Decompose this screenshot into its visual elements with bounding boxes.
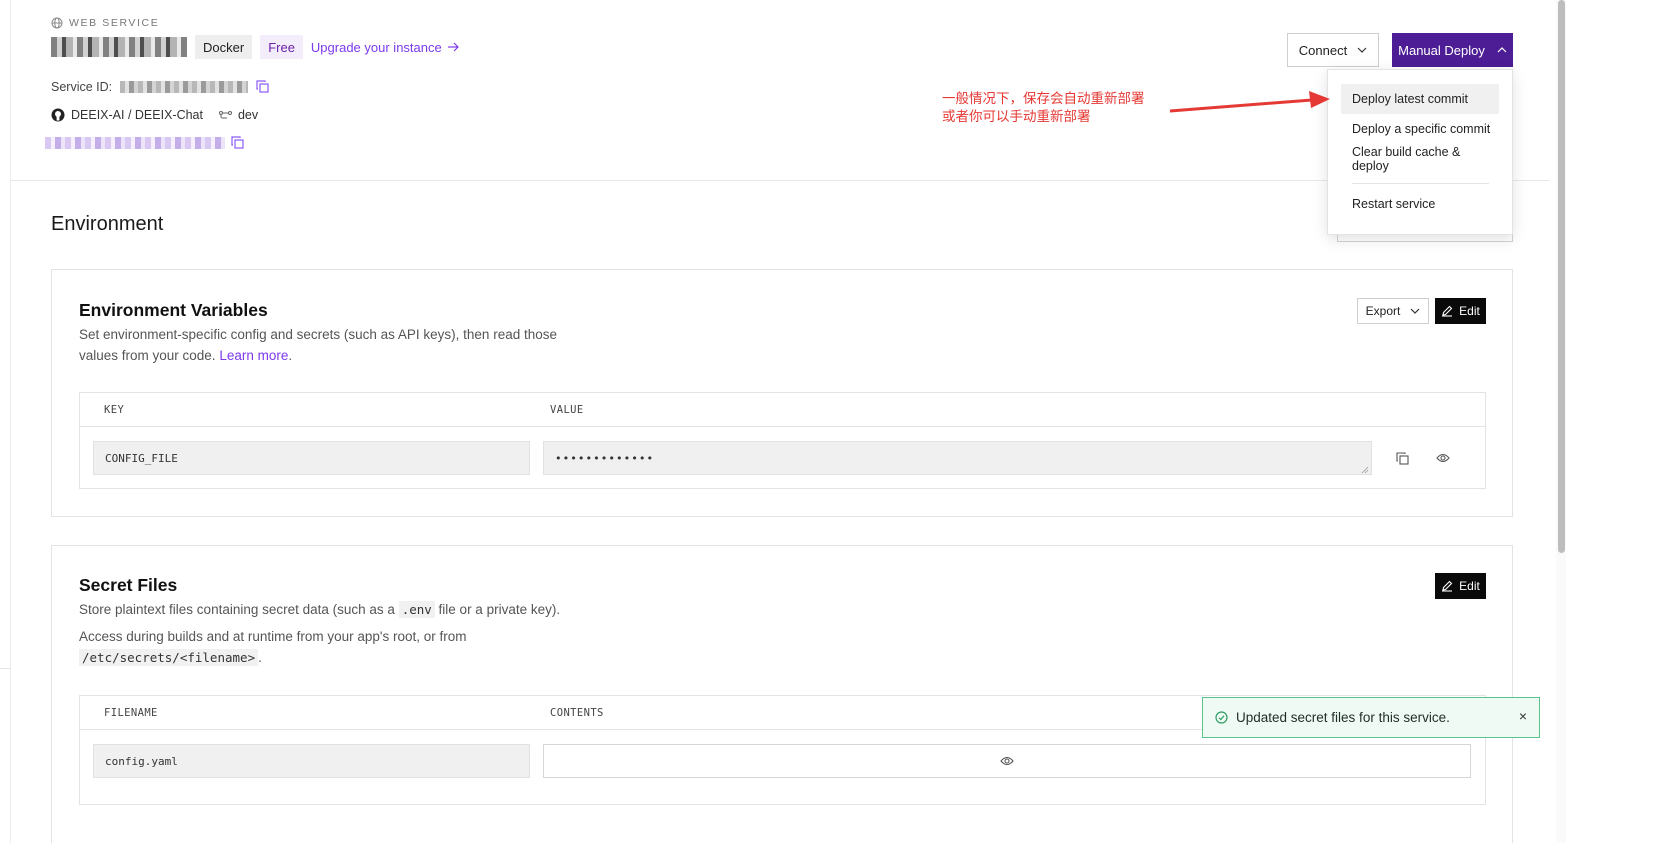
env-vars-edit-button[interactable]: Edit xyxy=(1435,298,1486,324)
column-header-value: VALUE xyxy=(550,404,584,416)
secret-files-desc-2: Access during builds and at runtime from… xyxy=(79,626,467,668)
env-value-input[interactable]: ••••••••••••• xyxy=(543,441,1372,475)
left-stub-divider xyxy=(0,668,10,669)
env-vars-desc-period: . xyxy=(288,348,293,363)
manual-deploy-menu: Deploy latest commit Deploy a specific c… xyxy=(1327,69,1513,235)
export-button[interactable]: Export xyxy=(1357,298,1429,324)
env-vars-card: Environment Variables Set environment-sp… xyxy=(51,269,1513,517)
secret-contents-field[interactable] xyxy=(543,744,1471,778)
env-value-masked: ••••••••••••• xyxy=(555,451,655,465)
branch-icon xyxy=(218,110,232,120)
secret-files-desc-1-before: Store plaintext files containing secret … xyxy=(79,602,399,617)
check-circle-icon xyxy=(1215,711,1228,724)
env-vars-title: Environment Variables xyxy=(79,300,268,320)
chevron-down-icon xyxy=(1357,47,1367,53)
menu-item-clear-cache-deploy[interactable]: Clear build cache & deploy xyxy=(1341,144,1499,174)
menu-item-restart-service[interactable]: Restart service xyxy=(1341,189,1499,219)
copy-url-icon[interactable] xyxy=(231,136,245,150)
secret-files-desc-2-period: . xyxy=(258,650,262,665)
service-name-redacted xyxy=(51,37,187,57)
manual-deploy-label: Manual Deploy xyxy=(1398,42,1485,58)
env-vars-table: KEY VALUE CONFIG_FILE ••••••••••••• xyxy=(79,392,1486,489)
chevron-up-icon xyxy=(1497,47,1507,53)
annotation-line-2: 或者你可以手动重新部署 xyxy=(942,109,1091,124)
chevron-down-icon xyxy=(1410,308,1420,314)
copy-icon[interactable] xyxy=(256,80,270,94)
globe-icon xyxy=(51,17,63,29)
menu-item-deploy-specific-commit[interactable]: Deploy a specific commit xyxy=(1341,114,1499,144)
env-vars-description: Set environment-specific config and secr… xyxy=(79,324,557,366)
upgrade-instance-link[interactable]: Upgrade your instance xyxy=(311,40,459,55)
header-divider xyxy=(10,180,1550,181)
service-type: WEB SERVICE xyxy=(51,17,159,29)
repo-row: DEEIX-AI / DEEIX-Chat dev xyxy=(51,108,258,122)
column-header-contents: CONTENTS xyxy=(550,707,604,719)
manual-deploy-button[interactable]: Manual Deploy xyxy=(1392,33,1513,67)
env-vars-table-header: KEY VALUE xyxy=(80,393,1485,427)
secret-files-desc-2-path-line: /etc/secrets/<filename>. xyxy=(79,647,467,668)
secret-files-edit-button[interactable]: Edit xyxy=(1435,573,1486,599)
edit-label: Edit xyxy=(1459,304,1480,318)
secret-files-desc-1-after: file or a private key). xyxy=(434,602,561,617)
close-icon[interactable]: × xyxy=(1519,708,1527,724)
repo-link[interactable]: DEEIX-AI / DEEIX-Chat xyxy=(71,108,203,122)
eye-icon[interactable] xyxy=(1435,450,1451,466)
service-id-redacted xyxy=(120,81,249,93)
export-label: Export xyxy=(1365,304,1401,318)
toast-message: Updated secret files for this service. xyxy=(1236,710,1450,725)
edit-label: Edit xyxy=(1459,579,1480,593)
secret-filename-input[interactable]: config.yaml xyxy=(93,744,530,778)
section-title: Environment xyxy=(51,213,164,235)
annotation-text: 一般情况下，保存会自动重新部署 或者你可以手动重新部署 xyxy=(942,90,1145,126)
service-id-label: Service ID: xyxy=(51,80,113,94)
github-icon xyxy=(51,108,65,122)
secret-files-title: Secret Files xyxy=(79,575,178,595)
copy-value-icon[interactable] xyxy=(1394,450,1410,466)
upgrade-instance-label: Upgrade your instance xyxy=(310,39,442,55)
eye-icon[interactable] xyxy=(1000,756,1014,766)
env-vars-desc-line-2: values from your code. Learn more. xyxy=(79,345,557,366)
branch-name: dev xyxy=(237,108,259,122)
pencil-icon xyxy=(1441,305,1453,317)
arrow-right-icon xyxy=(447,42,459,52)
env-vars-desc-text: values from your code. xyxy=(79,348,216,363)
learn-more-link[interactable]: Learn more xyxy=(219,348,288,363)
connect-label: Connect xyxy=(1298,42,1348,58)
column-header-key: KEY xyxy=(104,404,125,416)
free-badge: Free xyxy=(260,35,303,59)
pencil-icon xyxy=(1441,580,1453,592)
docker-badge: Docker xyxy=(195,35,253,59)
secret-files-card: Secret Files Store plaintext files conta… xyxy=(51,545,1513,843)
scrollbar-thumb[interactable] xyxy=(1558,0,1565,553)
connect-button[interactable]: Connect xyxy=(1287,33,1379,67)
menu-divider xyxy=(1352,183,1489,184)
service-name-row: Docker Free Upgrade your instance xyxy=(51,35,459,59)
service-id-row: Service ID: xyxy=(51,80,270,94)
menu-item-deploy-latest-commit[interactable]: Deploy latest commit xyxy=(1341,84,1499,114)
service-type-label: WEB SERVICE xyxy=(69,17,160,29)
secret-files-desc-2-text: Access during builds and at runtime from… xyxy=(79,629,467,644)
left-divider xyxy=(10,0,11,843)
secret-files-desc-1: Store plaintext files containing secret … xyxy=(79,599,560,620)
secrets-path-code: /etc/secrets/<filename> xyxy=(79,649,259,666)
column-header-filename: FILENAME xyxy=(104,707,158,719)
success-toast: Updated secret files for this service. × xyxy=(1202,697,1540,738)
env-file-code: .env xyxy=(398,601,435,618)
env-key-input[interactable]: CONFIG_FILE xyxy=(93,441,530,475)
resize-handle-icon[interactable] xyxy=(1361,464,1369,474)
env-vars-desc-line-1: Set environment-specific config and secr… xyxy=(79,327,557,342)
annotation-line-1: 一般情况下，保存会自动重新部署 xyxy=(942,91,1145,106)
service-url-row xyxy=(45,136,245,150)
service-url-redacted[interactable] xyxy=(45,137,225,149)
